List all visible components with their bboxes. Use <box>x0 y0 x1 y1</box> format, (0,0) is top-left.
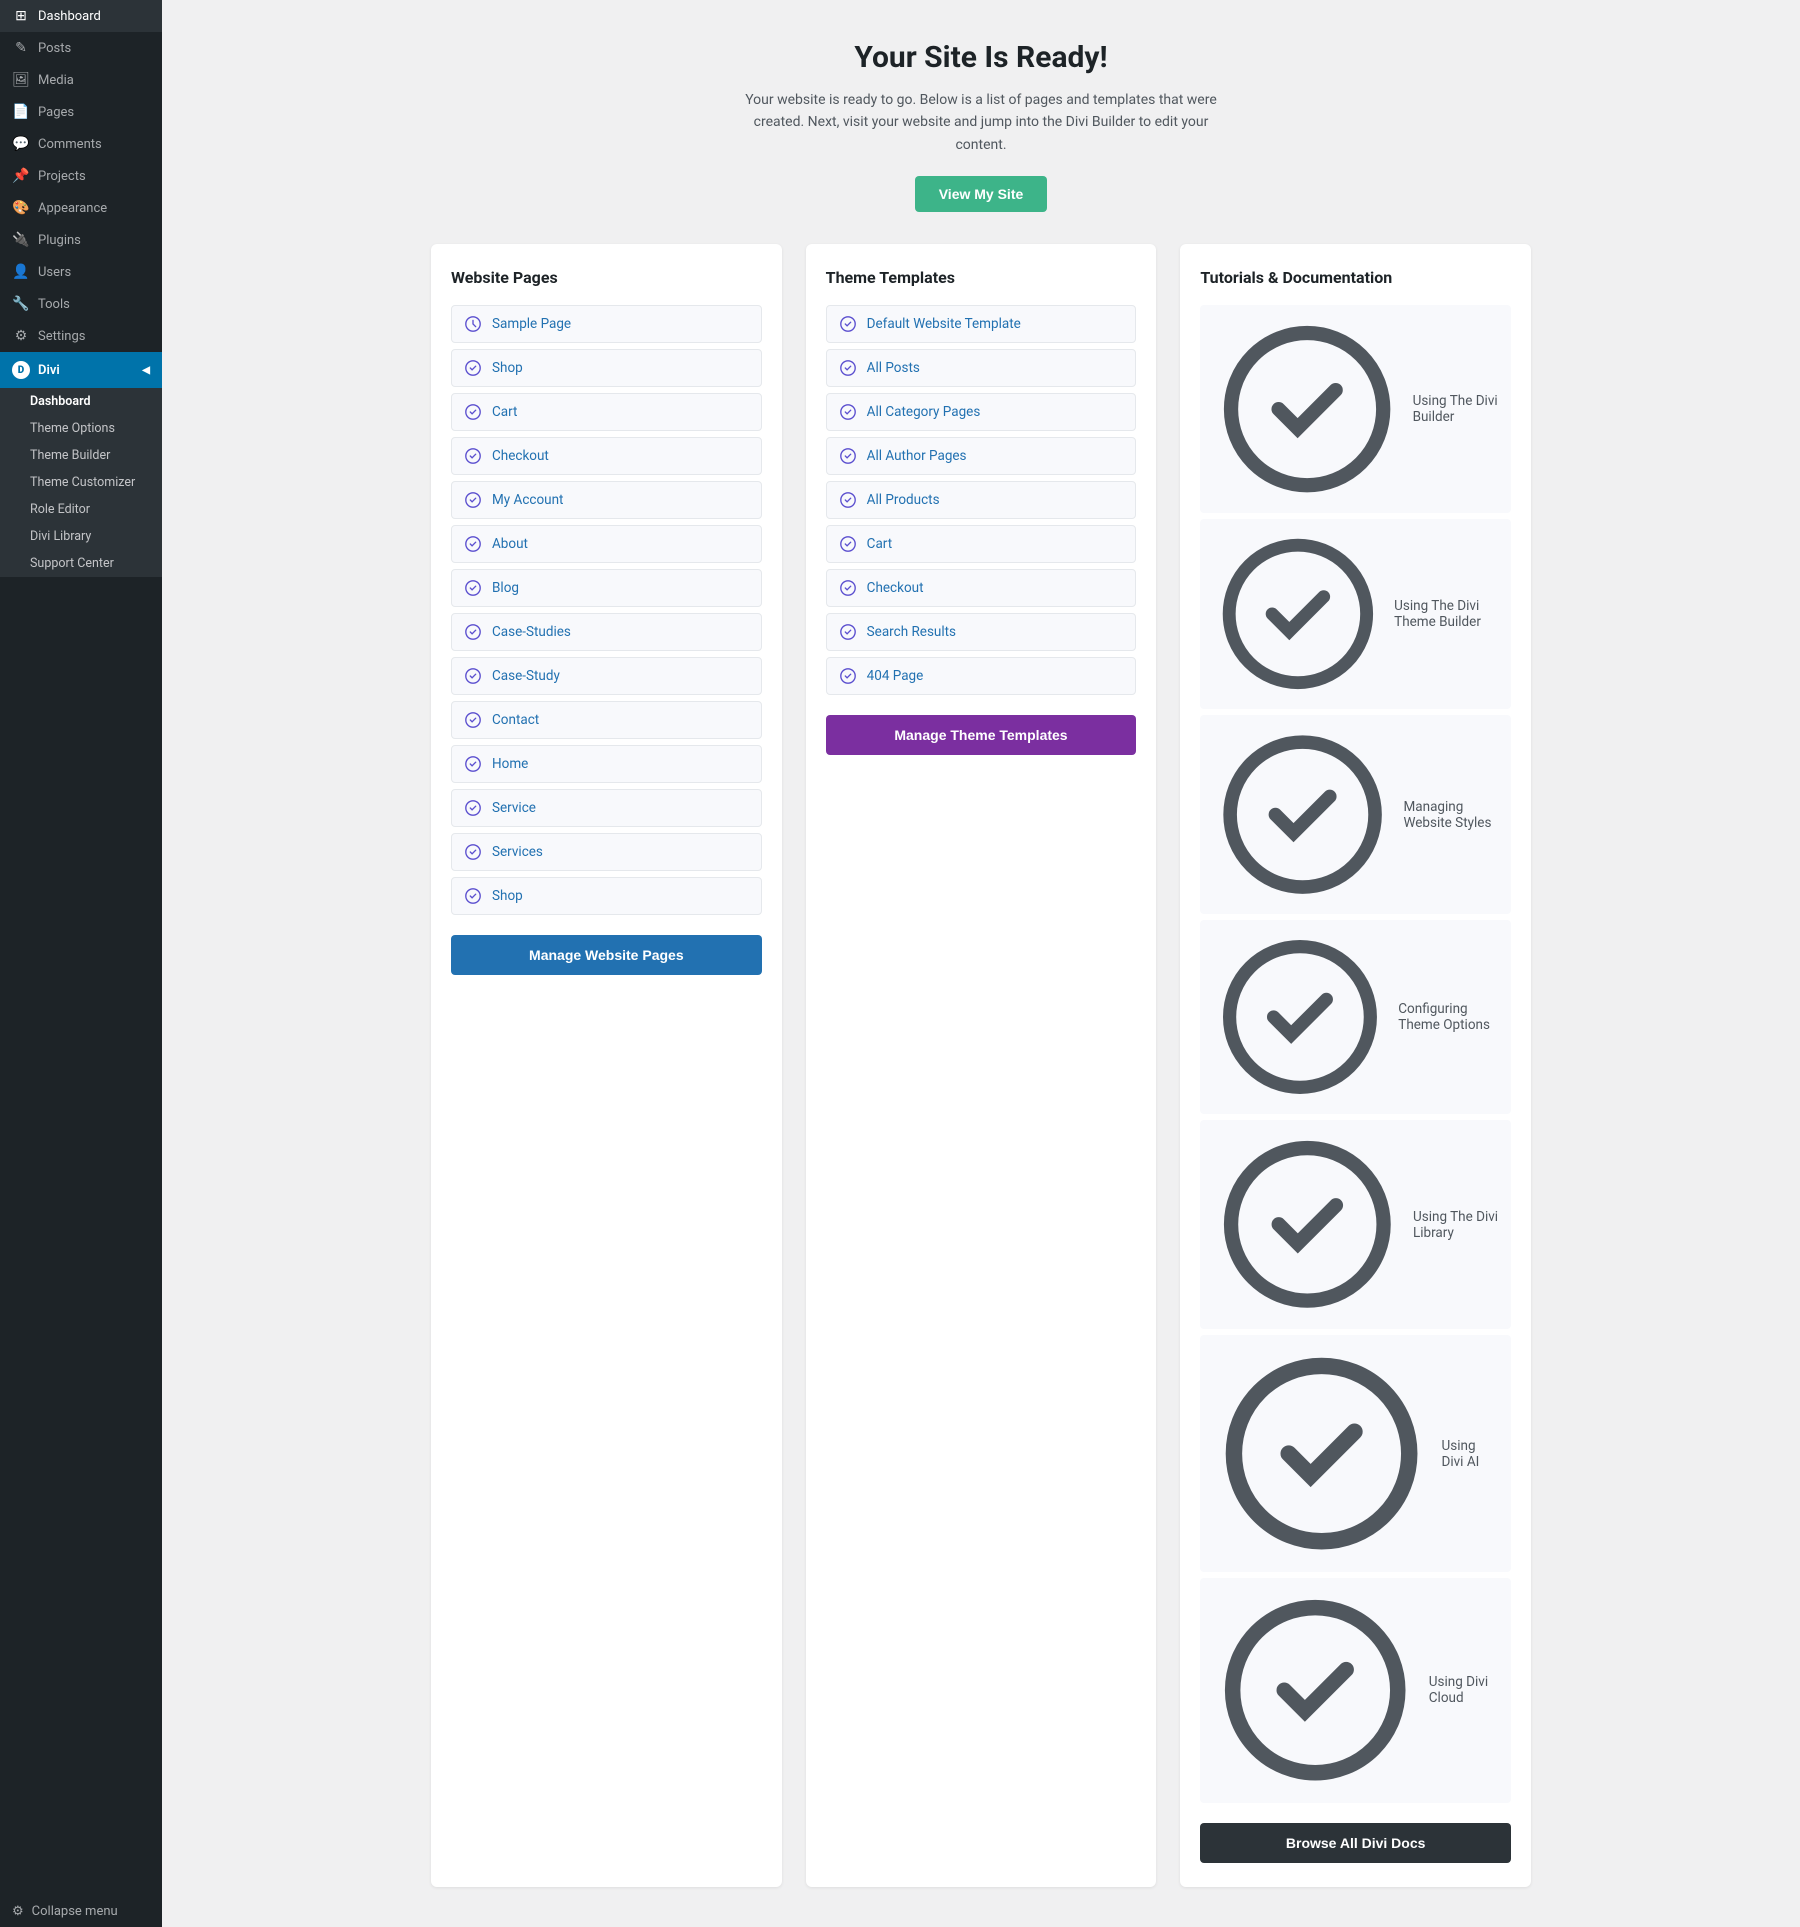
tutorials-card: Tutorials & Documentation Using The Divi… <box>1180 244 1531 1886</box>
divi-logo-icon: D <box>12 361 30 379</box>
sidebar-item-comments[interactable]: 💬 Comments <box>0 128 162 160</box>
list-item[interactable]: All Category Pages <box>826 393 1137 431</box>
theme-templates-card: Theme Templates Default Website Template… <box>806 244 1157 1886</box>
list-item[interactable]: About <box>451 525 762 563</box>
list-item[interactable]: Home <box>451 745 762 783</box>
tools-icon: 🔧 <box>12 296 30 312</box>
list-item[interactable]: Case-Studies <box>451 613 762 651</box>
list-item[interactable]: Services <box>451 833 762 871</box>
list-item[interactable]: Sample Page <box>451 305 762 343</box>
list-item[interactable]: All Products <box>826 481 1137 519</box>
sidebar: ⊞ Dashboard ✎ Posts 🖼 Media 📄 Pages 💬 Co… <box>0 0 162 1927</box>
users-icon: 👤 <box>12 264 30 280</box>
sidebar-item-dashboard[interactable]: ⊞ Dashboard <box>0 0 162 32</box>
list-item[interactable]: Search Results <box>826 613 1137 651</box>
projects-icon: 📌 <box>12 168 30 184</box>
theme-templates-heading: Theme Templates <box>826 268 1137 287</box>
sidebar-sub-item-theme-customizer[interactable]: Theme Customizer <box>0 469 162 496</box>
list-item[interactable]: Service <box>451 789 762 827</box>
appearance-icon: 🎨 <box>12 200 30 216</box>
sidebar-item-tools[interactable]: 🔧 Tools <box>0 288 162 320</box>
list-item[interactable]: Default Website Template <box>826 305 1137 343</box>
sidebar-sub-item-theme-builder[interactable]: Theme Builder <box>0 442 162 469</box>
page-title: Your Site Is Ready! <box>202 40 1760 75</box>
sidebar-sub-item-role-editor[interactable]: Role Editor <box>0 496 162 523</box>
plugins-icon: 🔌 <box>12 232 30 248</box>
sidebar-sub-item-divi-library[interactable]: Divi Library <box>0 523 162 550</box>
collapse-icon: ⚙ <box>12 1904 24 1919</box>
list-item[interactable]: All Posts <box>826 349 1137 387</box>
list-item[interactable]: Case-Study <box>451 657 762 695</box>
sidebar-sub-item-support-center[interactable]: Support Center <box>0 550 162 577</box>
list-item[interactable]: Blog <box>451 569 762 607</box>
list-item[interactable]: My Account <box>451 481 762 519</box>
tutorial-item[interactable]: Using The Divi Theme Builder <box>1200 519 1511 709</box>
list-item[interactable]: Checkout <box>451 437 762 475</box>
divi-arrow-icon: ◀ <box>142 365 150 376</box>
tutorials-heading: Tutorials & Documentation <box>1200 268 1511 287</box>
list-item[interactable]: Checkout <box>826 569 1137 607</box>
list-item[interactable]: Shop <box>451 349 762 387</box>
website-pages-card: Website Pages Sample Page Shop Cart Chec… <box>431 244 782 1886</box>
tutorial-item[interactable]: Managing Website Styles <box>1200 715 1511 914</box>
list-item[interactable]: Shop <box>451 877 762 915</box>
sidebar-item-media[interactable]: 🖼 Media <box>0 64 162 96</box>
sidebar-item-plugins[interactable]: 🔌 Plugins <box>0 224 162 256</box>
content-columns: Website Pages Sample Page Shop Cart Chec… <box>431 244 1531 1886</box>
tutorial-item[interactable]: Using The Divi Builder <box>1200 305 1511 513</box>
sidebar-item-divi[interactable]: D Divi ◀ <box>0 352 162 388</box>
browse-all-divi-docs-button[interactable]: Browse All Divi Docs <box>1200 1823 1511 1863</box>
sidebar-item-settings[interactable]: ⚙ Settings <box>0 320 162 352</box>
posts-icon: ✎ <box>12 40 30 56</box>
sidebar-item-pages[interactable]: 📄 Pages <box>0 96 162 128</box>
manage-theme-templates-button[interactable]: Manage Theme Templates <box>826 715 1137 755</box>
page-subtitle: Your website is ready to go. Below is a … <box>741 89 1221 156</box>
settings-icon: ⚙ <box>12 328 30 344</box>
sidebar-item-projects[interactable]: 📌 Projects <box>0 160 162 192</box>
pages-icon: 📄 <box>12 104 30 120</box>
comments-icon: 💬 <box>12 136 30 152</box>
tutorial-item[interactable]: Using Divi AI <box>1200 1335 1511 1572</box>
sidebar-item-users[interactable]: 👤 Users <box>0 256 162 288</box>
tutorial-item[interactable]: Using Divi Cloud <box>1200 1578 1511 1802</box>
sidebar-divi-submenu: Dashboard Theme Options Theme Builder Th… <box>0 388 162 577</box>
tutorial-item[interactable]: Configuring Theme Options <box>1200 920 1511 1114</box>
manage-website-pages-button[interactable]: Manage Website Pages <box>451 935 762 975</box>
sidebar-item-posts[interactable]: ✎ Posts <box>0 32 162 64</box>
tutorial-item[interactable]: Using The Divi Library <box>1200 1120 1511 1329</box>
media-icon: 🖼 <box>12 72 30 88</box>
sidebar-sub-item-theme-options[interactable]: Theme Options <box>0 415 162 442</box>
sidebar-item-appearance[interactable]: 🎨 Appearance <box>0 192 162 224</box>
list-item[interactable]: Contact <box>451 701 762 739</box>
list-item[interactable]: Cart <box>826 525 1137 563</box>
sidebar-sub-item-dashboard[interactable]: Dashboard <box>0 388 162 415</box>
page-header: Your Site Is Ready! Your website is read… <box>202 40 1760 212</box>
view-site-button[interactable]: View My Site <box>915 176 1048 212</box>
list-item[interactable]: All Author Pages <box>826 437 1137 475</box>
collapse-menu-button[interactable]: ⚙ Collapse menu <box>0 1896 162 1927</box>
website-pages-heading: Website Pages <box>451 268 762 287</box>
list-item[interactable]: 404 Page <box>826 657 1137 695</box>
list-item[interactable]: Cart <box>451 393 762 431</box>
dashboard-icon: ⊞ <box>12 8 30 24</box>
main-content: Your Site Is Ready! Your website is read… <box>162 0 1800 1927</box>
